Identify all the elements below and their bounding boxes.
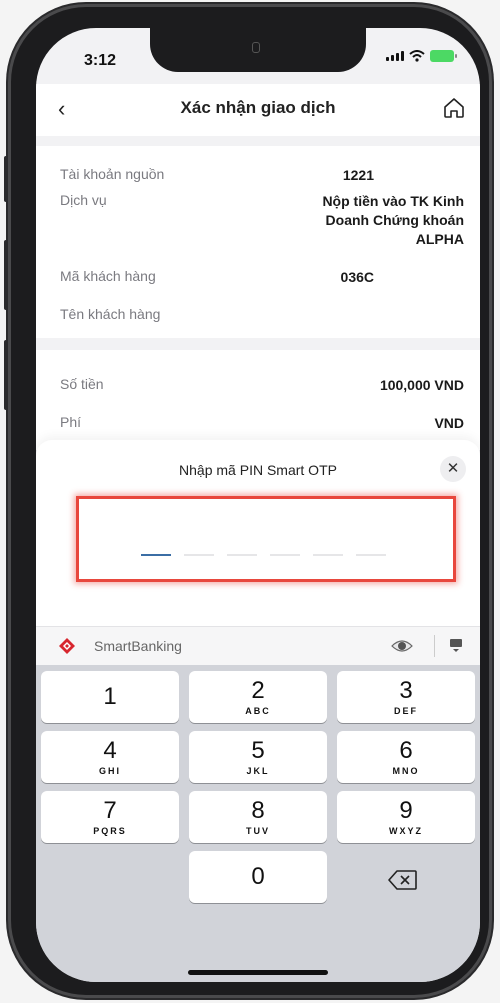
- key-7[interactable]: 7 PQRS: [41, 791, 179, 843]
- backspace-icon[interactable]: [388, 869, 418, 891]
- key-0[interactable]: 0: [189, 851, 327, 903]
- key-6[interactable]: 6 MNO: [337, 731, 475, 783]
- notch: [150, 28, 366, 72]
- wifi-icon: [409, 50, 425, 62]
- source-account-value: 1221: [342, 167, 374, 183]
- amount-card: Số tiền 100,000 VND Phí VND: [36, 350, 480, 450]
- service-value-line: ALPHA: [415, 231, 464, 247]
- volume-up-button: [4, 240, 8, 310]
- close-icon[interactable]: ✕: [440, 456, 466, 482]
- pin-input[interactable]: [76, 496, 456, 582]
- pin-sheet-title: Nhập mã PIN Smart OTP: [179, 462, 337, 478]
- battery-icon: [430, 50, 457, 62]
- keyboard-brand: SmartBanking: [94, 638, 182, 654]
- eye-icon[interactable]: [390, 635, 414, 657]
- pin-digit-slot: [227, 554, 257, 556]
- screen: 3:12 ‹ Xác nhận giao dịch Tài khoản nguồ…: [36, 28, 480, 982]
- mute-switch: [4, 156, 8, 202]
- status-icons: [386, 50, 457, 62]
- page-title: Xác nhận giao dịch: [180, 98, 336, 117]
- service-value: Nộp tiền vào TK Kinh Doanh Chứng khoán A…: [322, 192, 464, 249]
- service-value-line: Nộp tiền vào TK Kinh: [322, 193, 464, 209]
- customer-code-value: 036C: [340, 269, 374, 285]
- phone-frame: 3:12 ‹ Xác nhận giao dịch Tài khoản nguồ…: [4, 4, 492, 998]
- pin-entry-sheet: Nhập mã PIN Smart OTP ✕: [36, 440, 480, 628]
- customer-code-label: Mã khách hàng: [60, 268, 156, 284]
- home-indicator: [188, 970, 328, 975]
- key-9[interactable]: 9 WXYZ: [337, 791, 475, 843]
- home-icon[interactable]: [442, 96, 466, 120]
- key-2[interactable]: 2 ABC: [189, 671, 327, 723]
- key-5[interactable]: 5 JKL: [189, 731, 327, 783]
- pin-digit-slot: [356, 554, 386, 556]
- pin-digit-slot: [270, 554, 300, 556]
- hide-keyboard-icon[interactable]: [448, 637, 464, 653]
- volume-down-button: [4, 340, 8, 410]
- source-account-label: Tài khoản nguồn: [60, 166, 165, 182]
- pin-digit-slot: [141, 554, 171, 556]
- transaction-details-card: Tài khoản nguồn 1221 Dịch vụ Nộp tiền và…: [36, 146, 480, 338]
- amount-label: Số tiền: [60, 376, 104, 392]
- pin-digit-slot: [313, 554, 343, 556]
- keyboard-toolbar: SmartBanking: [36, 626, 480, 665]
- fee-label: Phí: [60, 414, 82, 430]
- numeric-keypad: 1 2 ABC 3 DEF 4 GHI 5 JKL 6 MNO 7 PQRS 8 TUV: [36, 665, 480, 982]
- toolbar-divider: [434, 635, 435, 657]
- smartbanking-logo-icon: [59, 638, 75, 654]
- key-1[interactable]: 1: [41, 671, 179, 723]
- service-value-line: Doanh Chứng khoán: [325, 212, 464, 228]
- amount-value: 100,000 VND: [379, 377, 464, 393]
- customer-name-label: Tên khách hàng: [60, 306, 161, 322]
- pin-digit-slot: [184, 554, 214, 556]
- fee-value: VND: [434, 415, 464, 431]
- service-label: Dịch vụ: [60, 192, 107, 208]
- key-8[interactable]: 8 TUV: [189, 791, 327, 843]
- nav-bar: ‹ Xác nhận giao dịch: [36, 84, 480, 136]
- key-4[interactable]: 4 GHI: [41, 731, 179, 783]
- status-time: 3:12: [84, 52, 117, 69]
- signal-icon: [386, 51, 404, 61]
- key-3[interactable]: 3 DEF: [337, 671, 475, 723]
